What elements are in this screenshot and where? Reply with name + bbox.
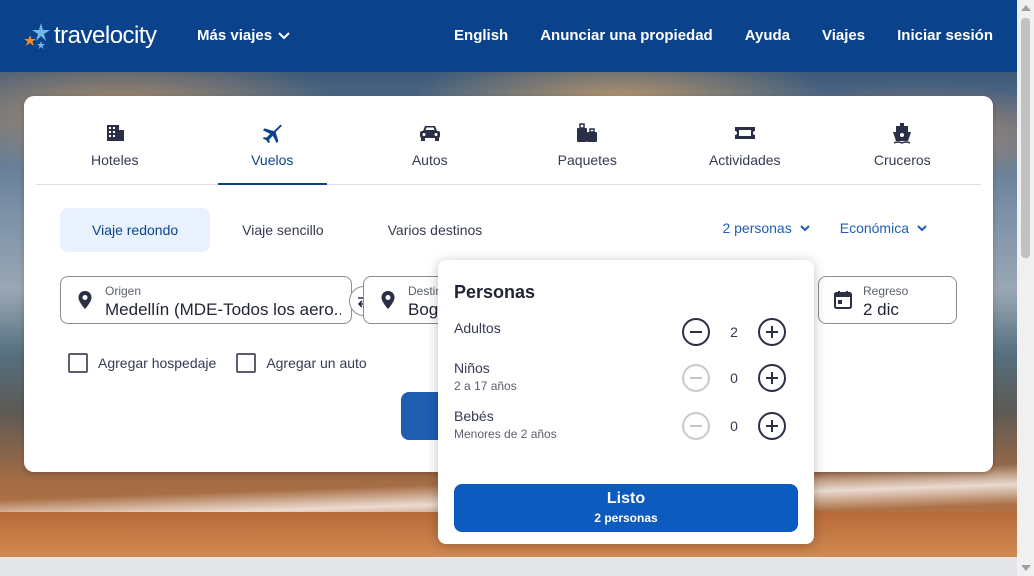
nav-list-property[interactable]: Anunciar una propiedad	[540, 27, 713, 44]
plus-icon	[766, 420, 778, 432]
adults-row: Adultos 2	[454, 318, 798, 360]
tab-paquetes[interactable]: Paquetes	[509, 96, 667, 184]
nav-help[interactable]: Ayuda	[745, 27, 790, 44]
tab-hoteles[interactable]: Hoteles	[36, 96, 194, 184]
origin-label: Origen	[105, 284, 142, 298]
travelers-popover: Personas Adultos 2 Niños 2 a 17 años 0 B…	[438, 260, 814, 544]
chevron-down-icon	[800, 224, 810, 231]
minus-icon	[690, 377, 702, 379]
tab-label: Cruceros	[873, 152, 931, 168]
checkbox-label: Agregar hospedaje	[98, 355, 217, 371]
building-icon	[104, 122, 126, 144]
return-date-field[interactable]: Regreso 2 dic	[818, 276, 957, 324]
scrollbar-thumb[interactable]	[1021, 18, 1030, 258]
page-scrollbar[interactable]	[1017, 0, 1034, 576]
ship-icon	[891, 122, 913, 144]
trip-type-selector: Viaje redondo Viaje sencillo Varios dest…	[60, 208, 514, 252]
tab-autos[interactable]: Autos	[351, 96, 509, 184]
chevron-down-icon	[278, 31, 290, 39]
children-stepper: 0	[682, 364, 786, 392]
done-label: Listo	[606, 490, 646, 507]
tab-label: Vuelos	[251, 152, 294, 168]
trip-type-round[interactable]: Viaje redondo	[60, 208, 211, 252]
tab-cruceros[interactable]: Cruceros	[824, 96, 982, 184]
luggage-icon	[576, 122, 598, 144]
ticket-icon	[734, 122, 756, 144]
tab-label: Hoteles	[91, 152, 139, 168]
nav-sign-in[interactable]: Iniciar sesión	[897, 27, 993, 44]
class-dropdown[interactable]: Económica	[840, 220, 927, 236]
travelers-dropdown[interactable]: 2 personas	[722, 220, 810, 236]
trip-type-oneway[interactable]: Viaje sencillo	[210, 208, 355, 252]
origin-field[interactable]: Origen Medellín (MDE-Todos los aero...	[60, 276, 352, 324]
tab-actividades[interactable]: Actividades	[666, 96, 824, 184]
top-header: travelocity Más viajes English Anunciar …	[0, 0, 1017, 72]
done-sublabel: 2 personas	[594, 511, 658, 525]
class-label: Económica	[839, 220, 909, 236]
checkbox-label: Agregar un auto	[266, 355, 367, 371]
tab-label: Actividades	[708, 152, 781, 168]
options-dropdowns: 2 personas Económica	[722, 220, 927, 236]
logo-stars-icon	[24, 23, 50, 49]
more-trips-menu[interactable]: Más viajes	[197, 27, 290, 44]
return-label: Regreso	[863, 284, 909, 298]
adults-count: 2	[730, 324, 738, 340]
children-count: 0	[730, 370, 738, 386]
infants-row: Bebés Menores de 2 años 0	[454, 408, 798, 448]
travelers-label: 2 personas	[722, 220, 792, 236]
chevron-down-icon	[917, 224, 927, 231]
destination-label: Destino	[408, 284, 440, 298]
infants-stepper: 0	[682, 412, 786, 440]
calendar-icon	[834, 291, 852, 309]
addon-checkboxes: Agregar hospedaje Agregar un auto	[68, 353, 367, 373]
adults-stepper: 2	[682, 318, 786, 346]
scroll-up-arrow-icon[interactable]	[1021, 5, 1031, 11]
decrement-children-button[interactable]	[682, 364, 710, 392]
plane-icon	[261, 122, 283, 144]
popover-title: Personas	[454, 282, 536, 302]
infants-count: 0	[730, 418, 738, 434]
logo-text: travelocity	[54, 22, 157, 49]
scroll-down-arrow-icon[interactable]	[1021, 565, 1031, 571]
location-pin-icon	[78, 291, 92, 309]
checkbox-box[interactable]	[68, 353, 88, 373]
children-row: Niños 2 a 17 años 0	[454, 360, 798, 400]
increment-infants-button[interactable]	[758, 412, 786, 440]
header-nav: English Anunciar una propiedad Ayuda Via…	[454, 27, 993, 44]
plus-icon	[766, 326, 778, 338]
add-car-checkbox[interactable]: Agregar un auto	[236, 353, 367, 373]
trip-type-multicity[interactable]: Varios destinos	[356, 208, 515, 252]
travelocity-logo[interactable]: travelocity	[24, 20, 157, 52]
decrement-infants-button[interactable]	[682, 412, 710, 440]
more-trips-label: Más viajes	[197, 27, 273, 44]
destination-value: Bogotá	[408, 300, 438, 319]
plus-icon	[766, 372, 778, 384]
minus-icon	[690, 331, 702, 333]
destination-field[interactable]: Destino Bogotá	[363, 276, 444, 324]
decrement-adults-button[interactable]	[682, 318, 710, 346]
nav-trips[interactable]: Viajes	[822, 27, 865, 44]
tab-vuelos[interactable]: Vuelos	[194, 96, 352, 185]
return-value: 2 dic	[863, 300, 899, 319]
add-lodging-checkbox[interactable]: Agregar hospedaje	[68, 353, 216, 373]
product-tabs: Hoteles Vuelos Autos Paquetes Actividade…	[36, 96, 981, 185]
done-button[interactable]: Listo 2 personas	[454, 484, 798, 532]
increment-children-button[interactable]	[758, 364, 786, 392]
minus-icon	[690, 425, 702, 427]
nav-language[interactable]: English	[454, 27, 508, 44]
location-pin-icon	[381, 291, 395, 309]
increment-adults-button[interactable]	[758, 318, 786, 346]
tab-label: Autos	[411, 152, 448, 168]
tab-label: Paquetes	[557, 152, 617, 168]
car-icon	[419, 122, 441, 144]
checkbox-box[interactable]	[236, 353, 257, 373]
origin-value: Medellín (MDE-Todos los aero...	[105, 300, 341, 319]
